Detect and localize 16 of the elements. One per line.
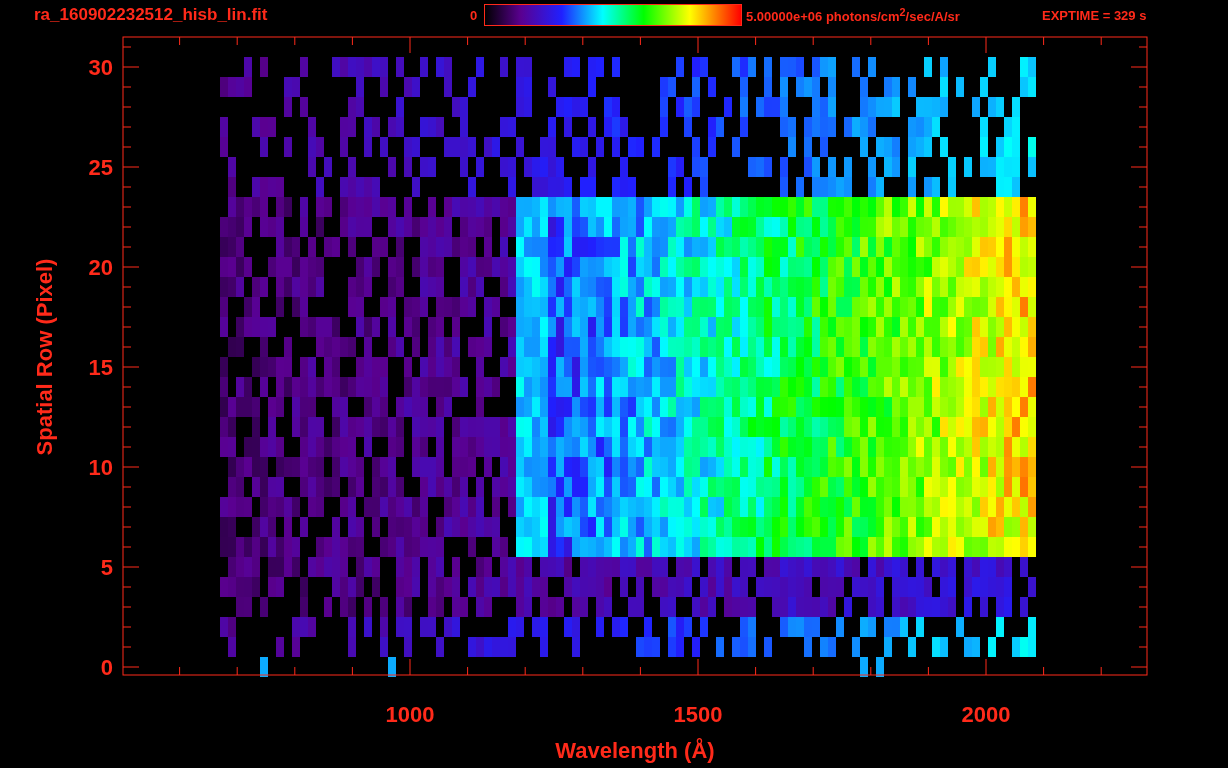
y-tick-label: 30 bbox=[88, 55, 113, 80]
colorbar-min-label: 0 bbox=[470, 7, 479, 23]
colorbar-max-label: 5.00000e+06 photons/cm$^{2}$/sec/A/sr bbox=[746, 5, 961, 25]
exptime-label: EXPTIME = 329 s bbox=[1042, 7, 1147, 23]
x-tick-label: 2000 bbox=[961, 702, 1011, 727]
file-title: ra_160902232512_hisb_lin.fit bbox=[34, 5, 269, 25]
y-tick-label: 0 bbox=[100, 655, 113, 680]
y-tick-label: 5 bbox=[100, 555, 113, 580]
y-tick-label: 15 bbox=[88, 355, 113, 380]
x-tick-label: 1500 bbox=[673, 702, 723, 727]
y-tick-label: 25 bbox=[88, 155, 113, 180]
y-axis-title: Spatial Row (Pixel) bbox=[32, 258, 57, 456]
x-axis-title: Wavelength (Å) bbox=[555, 738, 715, 763]
y-tick-label: 10 bbox=[88, 455, 113, 480]
x-tick-label: 1000 bbox=[385, 702, 435, 727]
y-tick-label: 20 bbox=[88, 255, 113, 280]
